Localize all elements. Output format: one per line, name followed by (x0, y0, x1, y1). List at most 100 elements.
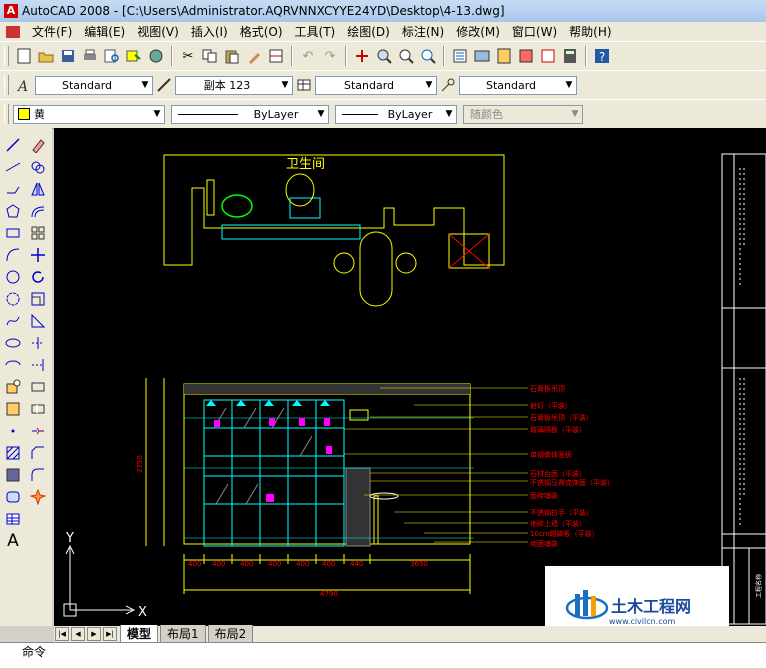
drawing-canvas[interactable]: 工程名称 卫生间 2750 400 400 400 400 400 400 44… (54, 128, 766, 626)
menu-window[interactable]: 窗口(W) (506, 23, 563, 40)
zoom-realtime-icon[interactable] (374, 46, 394, 66)
trim-icon[interactable] (26, 332, 50, 354)
block-editor-icon[interactable] (266, 46, 286, 66)
linetype-select[interactable]: ByLayer ▼ (171, 104, 329, 124)
document-icon[interactable] (6, 25, 20, 38)
ellipse-arc-icon[interactable] (1, 354, 25, 376)
spline-icon[interactable] (1, 310, 25, 332)
annotation-texts: 石膏板吊顶 射灯（平装） 石膏板吊顶（平装） 玻璃隔板（平装） 单钢做体面板 石… (530, 384, 614, 548)
properties-icon[interactable] (450, 46, 470, 66)
zoom-window-icon[interactable] (396, 46, 416, 66)
publish-icon[interactable] (124, 46, 144, 66)
calculator-icon[interactable] (560, 46, 580, 66)
region-icon[interactable] (1, 486, 25, 508)
help-icon[interactable]: ? (592, 46, 612, 66)
revision-cloud-icon[interactable] (1, 288, 25, 310)
menu-help[interactable]: 帮助(H) (563, 23, 617, 40)
markup-icon[interactable] (538, 46, 558, 66)
match-properties-icon[interactable] (244, 46, 264, 66)
new-file-icon[interactable] (14, 46, 34, 66)
table-style-icon[interactable] (294, 75, 314, 95)
menu-view[interactable]: 视图(V) (131, 23, 185, 40)
redo-icon[interactable]: ↷ (320, 46, 340, 66)
copy-icon[interactable] (200, 46, 220, 66)
save-icon[interactable] (58, 46, 78, 66)
tab-layout1[interactable]: 布局1 (160, 625, 206, 643)
extend-icon[interactable] (26, 354, 50, 376)
properties-toolbar: 黄 ▼ ByLayer ▼ ByLayer ▼ 随颜色 ▼ (0, 99, 766, 129)
next-tab-icon[interactable]: ▶ (87, 627, 101, 641)
menu-insert[interactable]: 插入(I) (185, 23, 234, 40)
lineweight-select[interactable]: ByLayer ▼ (335, 104, 457, 124)
construction-line-icon[interactable] (1, 156, 25, 178)
polygon-icon[interactable] (1, 200, 25, 222)
move-icon[interactable] (26, 244, 50, 266)
first-tab-icon[interactable]: |◀ (55, 627, 69, 641)
make-block-icon[interactable] (1, 398, 25, 420)
text-style-icon[interactable]: A (14, 75, 34, 95)
multiline-text-icon[interactable]: A (1, 530, 25, 552)
erase-icon[interactable] (26, 134, 50, 156)
dim-style-select[interactable]: 副本 123 ▼ (175, 75, 293, 95)
chamfer-icon[interactable] (26, 442, 50, 464)
3d-dwf-icon[interactable] (146, 46, 166, 66)
paste-icon[interactable] (222, 46, 242, 66)
polyline-icon[interactable] (1, 178, 25, 200)
fillet-icon[interactable] (26, 464, 50, 486)
dim-style-icon[interactable] (154, 75, 174, 95)
styles-toolbar: A Standard ▼ 副本 123 ▼ Standard ▼ Standard ▼ (0, 70, 766, 100)
prev-tab-icon[interactable]: ◀ (71, 627, 85, 641)
menu-dimension[interactable]: 标注(N) (396, 23, 450, 40)
menu-tools[interactable]: 工具(T) (289, 23, 342, 40)
break-icon[interactable] (26, 398, 50, 420)
ellipse-icon[interactable] (1, 332, 25, 354)
array-icon[interactable] (26, 222, 50, 244)
hatch-icon[interactable] (1, 442, 25, 464)
line-icon[interactable] (1, 134, 25, 156)
text-style-select[interactable]: Standard ▼ (35, 75, 153, 95)
toolbar-grip[interactable] (4, 104, 9, 124)
last-tab-icon[interactable]: ▶| (103, 627, 117, 641)
point-icon[interactable] (1, 420, 25, 442)
table-icon[interactable] (1, 508, 25, 530)
sheet-set-icon[interactable] (516, 46, 536, 66)
arc-icon[interactable] (1, 244, 25, 266)
toolbar-grip[interactable] (4, 46, 9, 66)
design-center-icon[interactable] (472, 46, 492, 66)
insert-block-icon[interactable] (1, 376, 25, 398)
copy-object-icon[interactable] (26, 156, 50, 178)
join-icon[interactable] (26, 420, 50, 442)
table-style-select[interactable]: Standard ▼ (315, 75, 437, 95)
circle-icon[interactable] (1, 266, 25, 288)
pan-icon[interactable] (352, 46, 372, 66)
tab-model[interactable]: 模型 (120, 625, 159, 643)
open-file-icon[interactable] (36, 46, 56, 66)
menu-modify[interactable]: 修改(M) (450, 23, 506, 40)
rotate-icon[interactable] (26, 266, 50, 288)
tab-layout2[interactable]: 布局2 (207, 625, 254, 643)
menu-file[interactable]: 文件(F) (26, 23, 78, 40)
cut-icon[interactable]: ✂ (178, 46, 198, 66)
plot-icon[interactable] (80, 46, 100, 66)
window-title: AutoCAD 2008 - [C:\Users\Administrator.A… (22, 4, 505, 18)
offset-icon[interactable] (26, 200, 50, 222)
gradient-icon[interactable] (1, 464, 25, 486)
layer-select[interactable]: 黄 ▼ (13, 104, 165, 124)
explode-icon[interactable] (26, 486, 50, 508)
toolbar-grip[interactable] (4, 75, 9, 95)
menu-edit[interactable]: 编辑(E) (78, 23, 131, 40)
command-line[interactable]: 命令 (0, 642, 766, 668)
stretch-icon[interactable] (26, 310, 50, 332)
undo-icon[interactable]: ↶ (298, 46, 318, 66)
mirror-icon[interactable] (26, 178, 50, 200)
rectangle-icon[interactable] (1, 222, 25, 244)
menu-format[interactable]: 格式(O) (234, 23, 289, 40)
zoom-previous-icon[interactable] (418, 46, 438, 66)
multileader-style-select[interactable]: Standard ▼ (459, 75, 577, 95)
scale-icon[interactable] (26, 288, 50, 310)
multileader-style-icon[interactable] (438, 75, 458, 95)
plot-preview-icon[interactable] (102, 46, 122, 66)
tool-palettes-icon[interactable] (494, 46, 514, 66)
menu-draw[interactable]: 绘图(D) (341, 23, 396, 40)
break-at-point-icon[interactable] (26, 376, 50, 398)
